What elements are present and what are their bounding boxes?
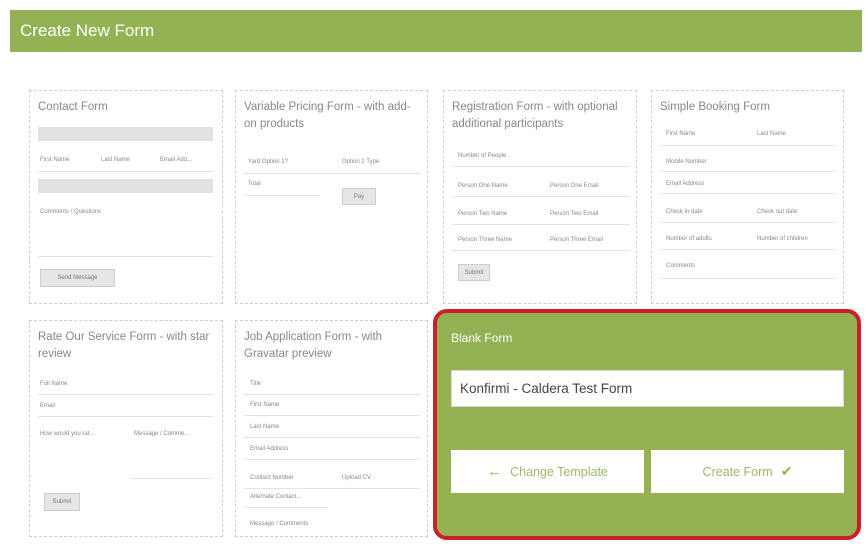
card-title: Rate Our Service Form - with star review bbox=[38, 331, 210, 360]
field-label: Contact Number bbox=[250, 475, 294, 481]
submit-button: Submit bbox=[44, 493, 80, 511]
field-label: Check out date bbox=[757, 209, 798, 215]
field-label: Mobile Number bbox=[666, 159, 707, 165]
field-label: Last Name bbox=[757, 131, 787, 137]
field-label: Full Name bbox=[40, 381, 68, 387]
field-label: Total bbox=[248, 181, 261, 187]
field-line bbox=[244, 195, 320, 196]
field-label: Email bbox=[40, 403, 56, 409]
field-label: Person Two Email bbox=[550, 211, 599, 217]
field-label: How would you rat... bbox=[40, 431, 95, 437]
field-line bbox=[660, 193, 836, 194]
field-line bbox=[38, 256, 213, 257]
field-line bbox=[660, 145, 836, 146]
field-line bbox=[660, 278, 836, 279]
field-line bbox=[244, 459, 420, 460]
blank-form-title: Blank Form bbox=[451, 331, 513, 345]
field-line bbox=[244, 394, 420, 395]
field-label: Person Three Name bbox=[458, 237, 512, 243]
template-card-rate-service[interactable]: Rate Our Service Form - with star review… bbox=[29, 320, 223, 537]
field-label: Person Two Name bbox=[458, 211, 508, 217]
template-card-variable-pricing[interactable]: Variable Pricing Form - with add-on prod… bbox=[235, 90, 428, 304]
field-line bbox=[452, 196, 630, 197]
blank-form-panel: Blank Form ← Change Template Create Form… bbox=[433, 309, 861, 540]
template-card-registration[interactable]: Registration Form - with optional additi… bbox=[443, 90, 637, 304]
card-title: Registration Form - with optional additi… bbox=[452, 101, 618, 130]
field-line bbox=[244, 507, 328, 508]
change-template-button[interactable]: ← Change Template bbox=[451, 450, 644, 493]
field-line bbox=[452, 166, 630, 167]
field-label: Email Address bbox=[250, 446, 289, 452]
arrow-left-icon: ← bbox=[487, 463, 503, 480]
card-title: Job Application Form - with Gravatar pre… bbox=[244, 331, 383, 360]
field-label: First Name bbox=[666, 131, 696, 137]
field-label: Number of children bbox=[757, 236, 808, 242]
field-line bbox=[38, 394, 213, 395]
field-label: First Name bbox=[250, 402, 280, 408]
field-line bbox=[38, 171, 213, 172]
field-label: Yard Option 1? bbox=[248, 159, 288, 165]
field-label: Message / Comments bbox=[250, 521, 309, 527]
field-line bbox=[244, 488, 420, 489]
field-line bbox=[660, 171, 836, 172]
checkmark-icon: ✔ bbox=[780, 463, 793, 479]
field-label: Person One Email bbox=[550, 183, 599, 189]
template-card-simple-booking[interactable]: Simple Booking Form First Name Last Name… bbox=[651, 90, 844, 304]
send-message-button: Send Message bbox=[40, 269, 115, 287]
create-form-label: Create Form bbox=[702, 464, 773, 479]
field-line bbox=[244, 173, 420, 174]
field-placeholder bbox=[38, 179, 213, 193]
card-title: Variable Pricing Form - with add-on prod… bbox=[244, 101, 411, 130]
field-label: Message / Comme... bbox=[134, 431, 190, 437]
field-placeholder bbox=[38, 127, 213, 141]
field-label: Person One Name bbox=[458, 183, 508, 189]
form-name-input[interactable] bbox=[451, 370, 844, 407]
field-label: Email Address bbox=[666, 181, 705, 187]
field-label: Person Three Email bbox=[550, 237, 603, 243]
field-line bbox=[244, 415, 420, 416]
field-label: Comments bbox=[666, 263, 696, 269]
field-label: Title bbox=[250, 381, 262, 387]
field-label: Email Add... bbox=[160, 157, 193, 163]
page-header: Create New Form bbox=[10, 10, 862, 52]
field-label: Option 2 Type bbox=[342, 159, 380, 165]
card-title: Simple Booking Form bbox=[660, 101, 770, 113]
field-line bbox=[660, 249, 836, 250]
field-label: Check in date bbox=[666, 209, 703, 215]
submit-button: Submit bbox=[458, 264, 490, 281]
field-label: Last Name bbox=[101, 157, 131, 163]
field-label: Upload CV bbox=[342, 475, 372, 481]
field-label: Number of People bbox=[458, 153, 507, 159]
field-label: Comments / Questions bbox=[40, 209, 102, 215]
create-form-button[interactable]: Create Form ✔ bbox=[651, 450, 844, 493]
field-line bbox=[452, 224, 630, 225]
field-line bbox=[130, 478, 212, 479]
field-line bbox=[452, 250, 630, 251]
pay-button: Pay bbox=[342, 188, 376, 205]
template-card-job-application[interactable]: Job Application Form - with Gravatar pre… bbox=[235, 320, 428, 537]
field-line bbox=[38, 416, 213, 417]
field-label: First Name bbox=[40, 157, 70, 163]
field-label: Number of adults bbox=[666, 236, 712, 242]
card-title: Contact Form bbox=[38, 101, 108, 113]
template-card-contact[interactable]: Contact Form First Name Last Name Email … bbox=[29, 90, 223, 304]
page-title: Create New Form bbox=[20, 21, 155, 40]
field-label: Alternate Contact... bbox=[250, 494, 302, 500]
change-template-label: Change Template bbox=[510, 464, 608, 479]
field-line bbox=[244, 437, 420, 438]
field-label: Last Name bbox=[250, 424, 280, 430]
field-line bbox=[660, 222, 836, 223]
